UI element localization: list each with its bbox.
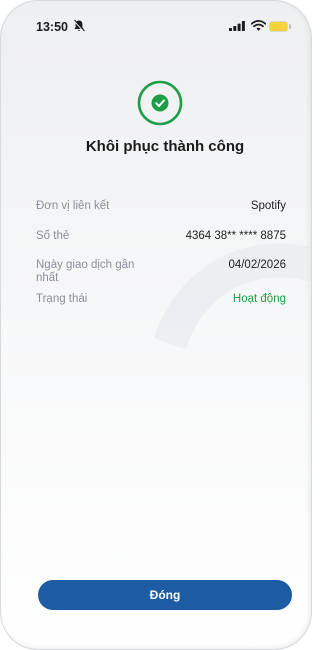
signal-icon (229, 21, 245, 31)
status-time: 13:50 (36, 20, 68, 34)
bell-muted-icon (73, 19, 85, 33)
close-button[interactable]: Đóng (38, 580, 292, 610)
detail-row-status: Trạng thái Hoạt động (36, 293, 286, 306)
battery-icon (269, 21, 291, 32)
detail-row-card-number: Số thẻ 4364 38** **** 8875 (36, 230, 286, 243)
wifi-icon (251, 20, 266, 31)
detail-row-last-transaction-date: Ngày giao dịch gần nhất 04/02/2026 (36, 259, 286, 285)
checkmark-circle-icon (137, 80, 183, 126)
detail-value: 04/02/2026 (228, 259, 286, 271)
detail-row-linked-unit: Đơn vị liên kết Spotify (36, 200, 286, 213)
page-title: Khôi phục thành công (85, 138, 245, 155)
detail-label: Ngày giao dịch gần nhất (36, 259, 135, 284)
background-decoration (94, 194, 312, 614)
status-value: Hoạt động (232, 293, 286, 305)
detail-label: Trạng thái (36, 293, 88, 305)
detail-value: 4364 38** **** 8875 (185, 230, 286, 242)
status-bar: 13:50 (0, 0, 312, 40)
phone-screen: 13:50 Khôi phục thành công Đơn vị liên k… (0, 0, 312, 650)
detail-label: Số thẻ (36, 230, 70, 242)
detail-value: Spotify (250, 200, 286, 212)
detail-label: Đơn vị liên kết (36, 200, 110, 212)
